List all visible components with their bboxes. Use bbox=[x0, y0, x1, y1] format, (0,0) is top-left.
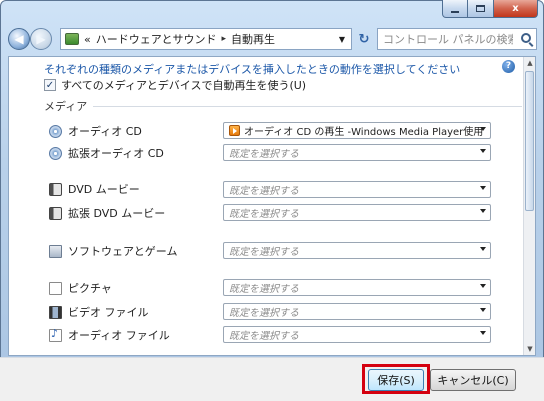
breadcrumb-separator-icon[interactable]: ▸ bbox=[222, 34, 227, 44]
content-pane: それぞれの種類のメディアまたはデバイスを挿入したときの動作を選択してください ?… bbox=[8, 56, 536, 356]
checkmark-icon: ✓ bbox=[45, 79, 55, 91]
action-dropdown-enhanced-audio-cd[interactable]: 既定を選択する bbox=[223, 144, 491, 161]
dvd-icon bbox=[49, 206, 62, 220]
breadcrumb-overflow[interactable]: « bbox=[84, 33, 91, 46]
media-row-audio-cd: オーディオ CD bbox=[49, 123, 142, 139]
media-group-label: メディア bbox=[44, 100, 88, 113]
maximize-button[interactable] bbox=[468, 0, 494, 18]
action-dropdown-audio-files[interactable]: 既定を選択する bbox=[223, 326, 491, 343]
action-dropdown-enhanced-dvd-movie[interactable]: 既定を選択する bbox=[223, 204, 491, 221]
chevron-down-icon bbox=[480, 127, 486, 131]
caption-buttons: x bbox=[442, 0, 538, 18]
back-button[interactable]: ◀ bbox=[8, 28, 30, 50]
action-dropdown-software-games[interactable]: 既定を選択する bbox=[223, 242, 491, 259]
dropdown-value: 既定を選択する bbox=[229, 308, 299, 319]
cd-icon bbox=[49, 146, 62, 160]
use-autoplay-option[interactable]: ✓ すべてのメディアとデバイスで自動再生を使う(U) bbox=[44, 77, 306, 93]
media-label: ソフトウェアとゲーム bbox=[68, 245, 178, 258]
minimize-button[interactable] bbox=[442, 0, 468, 18]
cd-icon bbox=[49, 124, 62, 138]
media-label: DVD ムービー bbox=[68, 183, 140, 196]
video-file-icon bbox=[49, 305, 62, 319]
address-bar[interactable]: « ハードウェアとサウンド ▸ 自動再生 ▼ bbox=[60, 28, 352, 50]
media-group-header: メディア bbox=[44, 98, 522, 114]
cancel-button[interactable]: キャンセル(C) bbox=[430, 369, 516, 391]
media-row-pictures: ピクチャ bbox=[49, 280, 112, 296]
media-label: ピクチャ bbox=[68, 282, 112, 295]
game-icon bbox=[49, 244, 62, 258]
media-row-enhanced-audio-cd: 拡張オーディオ CD bbox=[49, 145, 164, 161]
address-dropdown-icon[interactable]: ▼ bbox=[333, 29, 351, 49]
action-dropdown-dvd-movie[interactable]: 既定を選択する bbox=[223, 181, 491, 198]
scroll-thumb[interactable] bbox=[525, 71, 534, 211]
audio-file-icon bbox=[49, 327, 62, 342]
action-dropdown-audio-cd[interactable]: オーディオ CD の再生 -Windows Media Player使用 bbox=[223, 122, 491, 139]
chevron-down-icon bbox=[480, 209, 486, 213]
use-autoplay-checkbox[interactable]: ✓ bbox=[44, 79, 56, 91]
chevron-down-icon bbox=[480, 186, 486, 190]
chevron-down-icon bbox=[480, 331, 486, 335]
control-panel-icon bbox=[65, 33, 79, 45]
media-row-audio-files: オーディオ ファイル bbox=[49, 327, 170, 343]
vertical-scrollbar[interactable]: ▲ ▼ bbox=[523, 57, 535, 355]
search-icon[interactable] bbox=[521, 33, 531, 43]
action-dropdown-pictures[interactable]: 既定を選択する bbox=[223, 279, 491, 296]
close-icon: x bbox=[512, 3, 519, 14]
maximize-icon bbox=[476, 5, 485, 12]
highlight-box bbox=[362, 364, 430, 394]
media-row-enhanced-dvd-movie: 拡張 DVD ムービー bbox=[49, 205, 165, 221]
chevron-down-icon bbox=[480, 284, 486, 288]
chevron-down-icon bbox=[480, 149, 486, 153]
media-label: ビデオ ファイル bbox=[68, 306, 149, 319]
forward-button[interactable]: ▶ bbox=[30, 28, 52, 50]
intro-text: それぞれの種類のメディアまたはデバイスを挿入したときの動作を選択してください bbox=[44, 63, 461, 76]
forward-arrow-icon: ▶ bbox=[36, 32, 46, 46]
dropdown-value: 既定を選択する bbox=[229, 331, 299, 342]
media-label: オーディオ CD bbox=[68, 125, 142, 138]
minimize-icon bbox=[451, 10, 459, 13]
chevron-down-icon bbox=[480, 308, 486, 312]
search-input[interactable] bbox=[383, 32, 513, 46]
refresh-button[interactable]: ↻ bbox=[353, 28, 375, 50]
media-row-software-games: ソフトウェアとゲーム bbox=[49, 243, 177, 259]
search-box[interactable] bbox=[377, 28, 537, 50]
dropdown-value: 既定を選択する bbox=[229, 247, 299, 258]
media-label: 拡張 DVD ムービー bbox=[68, 207, 166, 220]
use-autoplay-label[interactable]: すべてのメディアとデバイスで自動再生を使う(U) bbox=[61, 77, 306, 93]
media-label: 拡張オーディオ CD bbox=[68, 147, 164, 160]
dropdown-value: 既定を選択する bbox=[229, 186, 299, 197]
scroll-up-icon[interactable]: ▲ bbox=[525, 57, 535, 69]
scroll-down-icon[interactable]: ▼ bbox=[525, 343, 535, 355]
media-row-dvd-movie: DVD ムービー bbox=[49, 181, 140, 197]
back-arrow-icon: ◀ bbox=[14, 32, 24, 46]
help-icon[interactable]: ? bbox=[502, 60, 515, 73]
breadcrumb-hardware-sound[interactable]: ハードウェアとサウンド bbox=[96, 31, 217, 47]
dropdown-value: 既定を選択する bbox=[229, 209, 299, 220]
close-button[interactable]: x bbox=[494, 0, 538, 18]
media-label: オーディオ ファイル bbox=[68, 329, 170, 342]
picture-icon bbox=[49, 281, 62, 295]
refresh-icon: ↻ bbox=[358, 31, 370, 47]
dvd-icon bbox=[49, 182, 62, 196]
breadcrumb-autoplay[interactable]: 自動再生 bbox=[231, 31, 275, 47]
dropdown-value: 既定を選択する bbox=[229, 149, 299, 160]
footer-bar: 保存(S) キャンセル(C) bbox=[0, 357, 544, 401]
dropdown-value: 既定を選択する bbox=[229, 284, 299, 295]
chevron-down-icon bbox=[480, 247, 486, 251]
group-divider bbox=[93, 105, 522, 107]
dropdown-value: オーディオ CD の再生 -Windows Media Player使用 bbox=[244, 127, 484, 138]
windows-media-player-icon bbox=[229, 125, 240, 136]
action-dropdown-video-files[interactable]: 既定を選択する bbox=[223, 303, 491, 320]
media-row-video-files: ビデオ ファイル bbox=[49, 304, 149, 320]
